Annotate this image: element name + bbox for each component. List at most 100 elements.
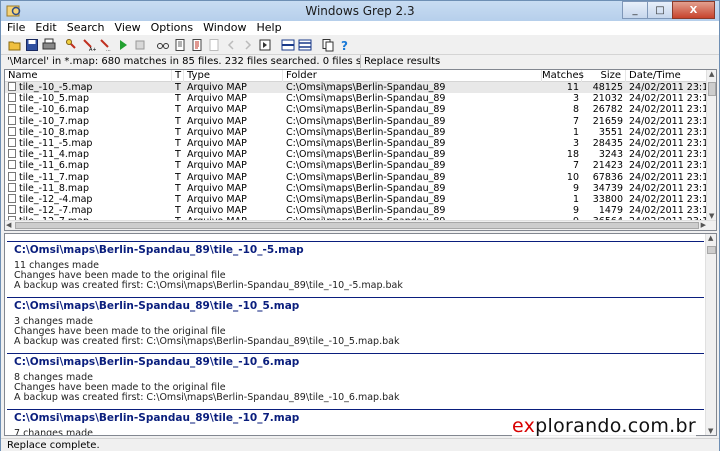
file-list-horizontal-scrollbar[interactable]: ◀ ▶	[5, 220, 716, 230]
table-row[interactable]: tile_-11_6.map T Arquivo MAP C:\Omsi\maps\B…	[5, 160, 708, 171]
table-row[interactable]: tile_-10_7.map T Arquivo MAP C:\Omsi\maps\B…	[5, 115, 708, 127]
scroll-right-arrow-icon[interactable]: ▶	[701, 221, 706, 229]
file-icon	[8, 205, 16, 215]
column-folder[interactable]: Folder	[283, 70, 542, 82]
file-icon	[8, 115, 16, 125]
cell-matches: 3	[572, 93, 579, 105]
menu-view[interactable]: View	[110, 21, 146, 35]
menu-options[interactable]: Options	[146, 21, 198, 35]
column-type[interactable]: Type	[184, 70, 283, 82]
table-row[interactable]: tile_-12_-4.map T Arquivo MAP C:\Omsi\maps\…	[5, 193, 708, 205]
help-icon[interactable]: ?	[337, 37, 353, 53]
open-folder-icon[interactable]	[7, 37, 23, 53]
result-file-path[interactable]: C:\Omsi\maps\Berlin-Spandau_89\tile_-10_…	[14, 300, 706, 312]
page-icon[interactable]	[206, 37, 222, 53]
column-matches[interactable]: Matches	[542, 70, 584, 82]
copy-icon[interactable]	[320, 37, 336, 53]
vertical-split-icon[interactable]	[297, 37, 313, 53]
result-block: C:\Omsi\maps\Berlin-Spandau_89\tile_-10_…	[5, 244, 706, 291]
cell-name: tile_-10_6.map	[8, 104, 172, 115]
column-name[interactable]: Name	[5, 70, 172, 82]
cell-size: 34739	[592, 182, 623, 194]
app-window: Windows Grep 2.3 _ □ X File Edit Search …	[0, 0, 720, 451]
file-list[interactable]: Name T Type Folder Matches Size Date/Tim…	[4, 69, 717, 231]
cell-date: 24/02/2011 23:17:56	[629, 205, 708, 217]
file-list-vertical-thumb[interactable]	[708, 82, 716, 96]
run-icon[interactable]	[115, 37, 131, 53]
forward-icon[interactable]	[240, 37, 256, 53]
table-row[interactable]: tile_-10_5.map T Arquivo MAP C:\Omsi\maps\B…	[5, 93, 708, 104]
minimize-button[interactable]: _	[622, 1, 648, 19]
column-t[interactable]: T	[172, 70, 184, 82]
results-vertical-thumb[interactable]	[707, 246, 716, 254]
back-icon[interactable]	[223, 37, 239, 53]
menu-file[interactable]: File	[1, 21, 30, 35]
result-file-path[interactable]: C:\Omsi\maps\Berlin-Spandau_89\tile_-10_…	[14, 244, 706, 256]
view-file-icon[interactable]	[172, 37, 188, 53]
horizontal-split-icon[interactable]	[280, 37, 296, 53]
cell-matches: 8	[572, 104, 579, 116]
table-row[interactable]: tile_-11_4.map T Arquivo MAP C:\Omsi\maps\B…	[5, 149, 708, 160]
table-row[interactable]: tile_-11_-5.map T Arquivo MAP C:\Omsi\maps\…	[5, 137, 708, 149]
results-scroll-up-arrow-icon[interactable]: ▲	[708, 234, 713, 242]
cell-matches: 1	[572, 193, 579, 205]
cell-date: 24/02/2011 23:17:56	[629, 149, 708, 161]
stop-icon[interactable]	[132, 37, 148, 53]
table-row[interactable]: tile_-12_-7.map T Arquivo MAP C:\Omsi\maps\…	[5, 205, 708, 216]
table-row[interactable]: tile_-10_-5.map T Arquivo MAP C:\Omsi\maps\…	[5, 82, 708, 94]
glasses-icon[interactable]	[155, 37, 171, 53]
results-scroll-down-arrow-icon[interactable]: ▼	[708, 427, 713, 435]
find-icon[interactable]	[64, 37, 80, 53]
result-file-path[interactable]: C:\Omsi\maps\Berlin-Spandau_89\tile_-10_…	[14, 356, 706, 368]
file-list-vertical-scrollbar[interactable]: ▲ ▼	[706, 70, 716, 220]
find-replace-icon[interactable]: A+B	[81, 37, 97, 53]
cell-type: Arquivo MAP	[187, 126, 247, 138]
result-block: C:\Omsi\maps\Berlin-Spandau_89\tile_-10_…	[5, 356, 706, 403]
cell-name: tile_-10_5.map	[8, 93, 172, 104]
menu-bar: File Edit Search View Options Window Hel…	[1, 21, 719, 35]
save-icon[interactable]	[24, 37, 40, 53]
cell-size: 21423	[592, 160, 623, 172]
file-icon	[8, 160, 16, 170]
cell-folder: C:\Omsi\maps\Berlin-Spandau_89	[286, 171, 446, 183]
replace-results-pane[interactable]: C:\Omsi\maps\Berlin-Spandau_89\tile_-10_…	[4, 233, 717, 436]
table-row[interactable]: tile_-11_8.map T Arquivo MAP C:\Omsi\maps\B…	[5, 182, 708, 194]
cell-name: tile_-11_4.map	[8, 149, 172, 160]
cell-size: 67836	[592, 171, 623, 183]
cell-name: tile_-11_7.map	[8, 171, 172, 183]
menu-help[interactable]: Help	[251, 21, 286, 35]
table-row[interactable]: tile_-10_6.map T Arquivo MAP C:\Omsi\maps\B…	[5, 104, 708, 115]
cell-t: T	[175, 115, 181, 127]
cell-type: Arquivo MAP	[187, 115, 247, 127]
maximize-button[interactable]: □	[647, 1, 673, 19]
file-icon	[8, 104, 16, 114]
scroll-up-arrow-icon[interactable]: ▲	[709, 70, 714, 78]
scroll-left-arrow-icon[interactable]: ◀	[6, 221, 11, 229]
title-bar[interactable]: Windows Grep 2.3 _ □ X	[1, 1, 719, 21]
menu-search[interactable]: Search	[62, 21, 110, 35]
table-row[interactable]: tile_-11_7.map T Arquivo MAP C:\Omsi\maps\B…	[5, 171, 708, 183]
cell-name: tile_-11_-5.map	[8, 137, 172, 149]
file-list-horizontal-thumb[interactable]	[15, 222, 699, 229]
column-size[interactable]: Size	[582, 70, 626, 82]
toolbar: A+B ... ?	[1, 36, 719, 53]
cell-date: 24/02/2011 23:17:56	[629, 137, 708, 149]
edit-file-icon[interactable]	[189, 37, 205, 53]
print-icon[interactable]	[41, 37, 57, 53]
menu-window[interactable]: Window	[198, 21, 251, 35]
menu-edit[interactable]: Edit	[30, 21, 61, 35]
cell-t: T	[175, 82, 181, 93]
cell-t: T	[175, 193, 181, 205]
cell-type: Arquivo MAP	[187, 182, 247, 194]
replace-icon[interactable]: ...	[98, 37, 114, 53]
scroll-down-arrow-icon[interactable]: ▼	[709, 212, 714, 220]
svg-text:A+B: A+B	[89, 47, 96, 52]
bookmark-icon[interactable]	[257, 37, 273, 53]
cell-date: 24/02/2011 23:17:56	[629, 160, 708, 172]
cell-type: Arquivo MAP	[187, 160, 247, 172]
table-row[interactable]: tile_-10_8.map T Arquivo MAP C:\Omsi\maps\B…	[5, 126, 708, 138]
column-date[interactable]: Date/Time	[626, 70, 708, 82]
file-icon	[8, 93, 16, 103]
results-vertical-scrollbar[interactable]: ▲ ▼	[705, 234, 716, 435]
close-button[interactable]: X	[672, 1, 715, 19]
